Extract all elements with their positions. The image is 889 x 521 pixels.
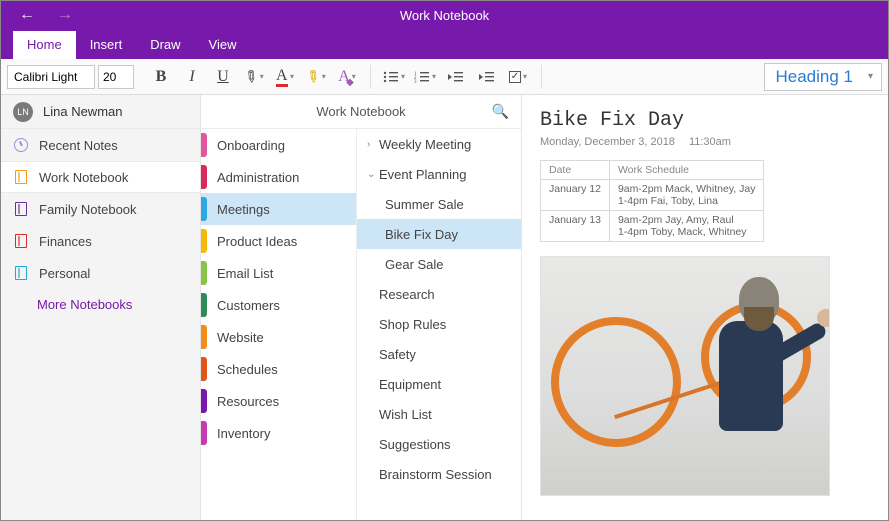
user-row[interactable]: LN Lina Newman bbox=[1, 95, 200, 129]
section-website[interactable]: Website bbox=[201, 321, 356, 353]
page-summer-sale[interactable]: Summer Sale bbox=[357, 189, 521, 219]
italic-button[interactable]: I bbox=[178, 64, 206, 90]
outdent-button[interactable] bbox=[442, 64, 470, 90]
page-wish-list[interactable]: Wish List bbox=[357, 399, 521, 429]
notebooks-sidebar: LN Lina Newman Recent Notes Work Noteboo… bbox=[1, 95, 201, 520]
style-select[interactable]: Heading 1 bbox=[764, 63, 882, 91]
section-inventory[interactable]: Inventory bbox=[201, 417, 356, 449]
ribbon-tabs: Home Insert Draw View bbox=[1, 29, 888, 59]
page-research[interactable]: Research bbox=[357, 279, 521, 309]
section-meetings[interactable]: Meetings bbox=[201, 193, 356, 225]
search-icon[interactable]: 🔍 bbox=[492, 103, 509, 120]
more-notebooks-link[interactable]: More Notebooks bbox=[1, 289, 200, 320]
user-name: Lina Newman bbox=[43, 104, 123, 119]
page-gear-sale[interactable]: Gear Sale bbox=[357, 249, 521, 279]
note-image[interactable] bbox=[540, 256, 830, 496]
page-shop-rules[interactable]: Shop Rules bbox=[357, 309, 521, 339]
tab-home[interactable]: Home bbox=[13, 31, 76, 59]
section-resources[interactable]: Resources bbox=[201, 385, 356, 417]
tab-draw[interactable]: Draw bbox=[136, 31, 194, 59]
forward-arrow-icon[interactable]: → bbox=[57, 6, 73, 24]
sidebar-recent-notes[interactable]: Recent Notes bbox=[1, 129, 200, 161]
page-equipment[interactable]: Equipment bbox=[357, 369, 521, 399]
clear-format-button[interactable]: A◆▾ bbox=[333, 64, 361, 90]
back-arrow-icon[interactable]: ← bbox=[19, 6, 35, 24]
page-brainstorm-session[interactable]: Brainstorm Session bbox=[357, 459, 521, 489]
title-bar: ← → Work Notebook bbox=[1, 1, 888, 29]
schedule-table[interactable]: DateWork Schedule January 129am-2pm Mack… bbox=[540, 160, 764, 242]
clock-icon bbox=[13, 137, 29, 153]
font-color-button[interactable]: A▾ bbox=[271, 64, 299, 90]
sidebar-item-personal[interactable]: Personal bbox=[1, 257, 200, 289]
section-product-ideas[interactable]: Product Ideas bbox=[201, 225, 356, 257]
page-event-planning[interactable]: ⌄Event Planning bbox=[357, 159, 521, 189]
notebook-icon bbox=[13, 169, 29, 185]
tab-view[interactable]: View bbox=[195, 31, 251, 59]
font-name-input[interactable] bbox=[7, 65, 95, 89]
page-suggestions[interactable]: Suggestions bbox=[357, 429, 521, 459]
notebook-icon bbox=[13, 201, 29, 217]
numbering-button[interactable]: 123▾ bbox=[411, 64, 439, 90]
section-customers[interactable]: Customers bbox=[201, 289, 356, 321]
page-safety[interactable]: Safety bbox=[357, 339, 521, 369]
notebook-header[interactable]: Work Notebook 🔍 bbox=[201, 95, 521, 129]
avatar: LN bbox=[13, 102, 33, 122]
sections-pages-panel: Work Notebook 🔍 Onboarding Administratio… bbox=[201, 95, 522, 520]
svg-text:3: 3 bbox=[414, 80, 417, 84]
chevron-down-icon: ⌄ bbox=[367, 169, 379, 180]
window-title: Work Notebook bbox=[400, 8, 489, 23]
section-administration[interactable]: Administration bbox=[201, 161, 356, 193]
page-bike-fix-day[interactable]: Bike Fix Day bbox=[357, 219, 521, 249]
sections-list: Onboarding Administration Meetings Produ… bbox=[201, 129, 356, 520]
note-canvas[interactable]: Bike Fix Day Monday, December 3, 201811:… bbox=[522, 95, 888, 520]
underline-button[interactable]: U bbox=[209, 64, 237, 90]
notebook-icon bbox=[13, 233, 29, 249]
highlight-color-button[interactable]: ✎▾ bbox=[302, 64, 330, 90]
todo-tag-button[interactable]: ✓▾ bbox=[504, 64, 532, 90]
indent-button[interactable] bbox=[473, 64, 501, 90]
page-weekly-meeting[interactable]: ›Weekly Meeting bbox=[357, 129, 521, 159]
notebook-icon bbox=[13, 265, 29, 281]
pages-list: ›Weekly Meeting ⌄Event Planning Summer S… bbox=[356, 129, 521, 520]
tab-insert[interactable]: Insert bbox=[76, 31, 137, 59]
font-size-input[interactable] bbox=[98, 65, 134, 89]
bullets-button[interactable]: ▾ bbox=[380, 64, 408, 90]
section-onboarding[interactable]: Onboarding bbox=[201, 129, 356, 161]
section-schedules[interactable]: Schedules bbox=[201, 353, 356, 385]
note-title[interactable]: Bike Fix Day bbox=[540, 109, 870, 132]
note-meta: Monday, December 3, 201811:30am bbox=[540, 136, 870, 148]
chevron-right-icon: › bbox=[367, 139, 379, 150]
bold-button[interactable]: B bbox=[147, 64, 175, 90]
section-email-list[interactable]: Email List bbox=[201, 257, 356, 289]
sidebar-item-family-notebook[interactable]: Family Notebook bbox=[1, 193, 200, 225]
ribbon: B I U ✎▾ A▾ ✎▾ A◆▾ ▾ 123▾ ✓▾ Heading 1 bbox=[1, 59, 888, 95]
sidebar-item-finances[interactable]: Finances bbox=[1, 225, 200, 257]
highlight-button[interactable]: ✎▾ bbox=[240, 64, 268, 90]
sidebar-item-work-notebook[interactable]: Work Notebook bbox=[1, 161, 200, 193]
